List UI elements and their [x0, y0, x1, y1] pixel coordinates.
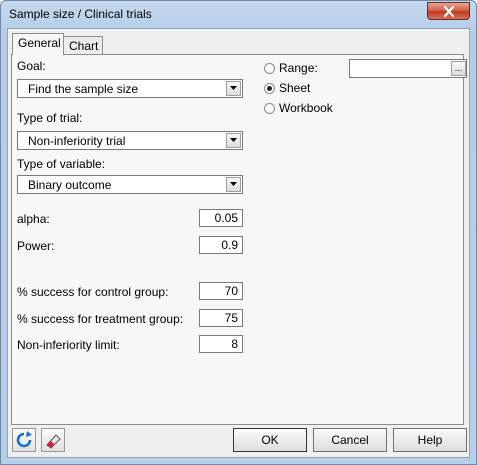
close-button[interactable]: [427, 2, 470, 20]
chevron-down-icon: [230, 182, 237, 186]
title-bar: Sample size / Clinical trials: [1, 1, 476, 27]
window-title: Sample size / Clinical trials: [9, 7, 152, 21]
control-success-label: % success for control group:: [17, 285, 169, 299]
trial-type-label: Type of trial:: [17, 111, 83, 125]
workbook-label: Workbook: [279, 101, 333, 115]
general-panel: Goal: Find the sample size Type of trial…: [11, 54, 467, 425]
range-label: Range:: [279, 61, 318, 75]
sheet-radio[interactable]: [264, 83, 275, 94]
sheet-label: Sheet: [279, 81, 311, 95]
tab-chart-label: Chart: [69, 39, 99, 53]
variable-type-value: Binary outcome: [28, 178, 112, 192]
chevron-down-icon: [230, 138, 237, 142]
treatment-success-input[interactable]: 75: [199, 309, 243, 327]
cancel-button[interactable]: Cancel: [313, 428, 387, 452]
goal-dropdown-button[interactable]: [226, 81, 241, 96]
reset-button[interactable]: [12, 428, 36, 452]
eraser-icon: [46, 434, 61, 449]
treatment-success-label: % success for treatment group:: [17, 312, 184, 326]
trial-type-select[interactable]: Non-inferiority trial: [17, 131, 243, 150]
range-radio[interactable]: [264, 63, 275, 74]
trial-type-value: Non-inferiority trial: [28, 134, 126, 148]
reset-icon: [16, 431, 32, 448]
ok-button[interactable]: OK: [233, 428, 307, 452]
control-success-input[interactable]: 70: [199, 282, 243, 300]
trial-type-dropdown-button[interactable]: [226, 133, 241, 148]
non-inferiority-limit-input[interactable]: 8: [199, 335, 243, 353]
help-button[interactable]: Help: [393, 428, 467, 452]
alpha-label: alpha:: [17, 212, 50, 226]
range-select-button[interactable]: ...: [451, 61, 466, 76]
non-inferiority-limit-label: Non-inferiority limit:: [17, 338, 120, 352]
goal-select[interactable]: Find the sample size: [17, 79, 243, 98]
chevron-down-icon: [230, 86, 237, 90]
tab-general[interactable]: General: [12, 33, 64, 55]
workbook-radio[interactable]: [264, 103, 275, 114]
variable-type-dropdown-button[interactable]: [226, 177, 241, 192]
dialog-client: General Chart Goal: Find the sample size…: [7, 28, 470, 458]
tab-general-label: General: [18, 36, 61, 50]
power-input[interactable]: 0.9: [199, 236, 243, 254]
alpha-input[interactable]: 0.05: [199, 209, 243, 227]
goal-label: Goal:: [17, 59, 46, 73]
tab-chart[interactable]: Chart: [63, 36, 103, 55]
variable-type-select[interactable]: Binary outcome: [17, 175, 243, 194]
dialog-window: Sample size / Clinical trials General Ch…: [0, 0, 477, 465]
eraser-button[interactable]: [41, 428, 65, 452]
goal-value: Find the sample size: [28, 82, 139, 96]
close-icon: [443, 6, 455, 17]
variable-type-label: Type of variable:: [17, 157, 106, 171]
range-input[interactable]: [349, 59, 467, 78]
power-label: Power:: [17, 239, 55, 253]
